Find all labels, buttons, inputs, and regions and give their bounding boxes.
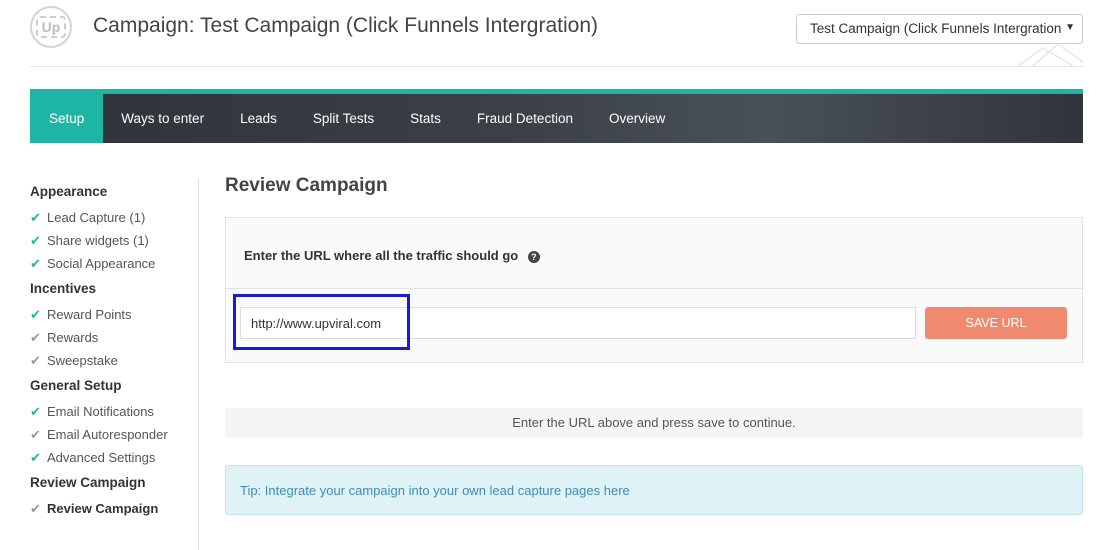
- check-icon: ✔: [30, 403, 41, 419]
- sidebar-group-review-campaign: Review Campaign: [30, 475, 146, 490]
- check-icon: ✔: [30, 352, 41, 368]
- url-prompt-text: Enter the URL where all the traffic shou…: [244, 248, 519, 263]
- url-panel: Enter the URL where all the traffic shou…: [225, 217, 1083, 363]
- check-icon: ✔: [30, 426, 41, 442]
- logo-text: Up: [35, 16, 67, 38]
- sidebar-group-incentives: Incentives: [30, 281, 97, 296]
- decoration-icon: [1013, 40, 1083, 66]
- sidebar-item-label: Share widgets (1): [47, 233, 149, 248]
- tab-setup[interactable]: Setup: [30, 94, 104, 143]
- page-header: Up Campaign: Test Campaign (Click Funnel…: [30, 0, 1083, 67]
- tab-ways-to-enter[interactable]: Ways to enter: [103, 94, 222, 143]
- section-title: Review Campaign: [225, 175, 388, 196]
- check-icon: ✔: [30, 306, 41, 322]
- sidebar-item-review-campaign[interactable]: ✔ Review Campaign: [30, 497, 198, 520]
- campaign-nav: Setup Ways to enter Leads Split Tests St…: [30, 89, 1083, 143]
- sidebar-item-sweepstake[interactable]: ✔ Sweepstake: [30, 349, 198, 372]
- tab-leads[interactable]: Leads: [222, 94, 295, 143]
- help-icon[interactable]: ?: [527, 250, 540, 263]
- page-title: Campaign: Test Campaign (Click Funnels I…: [93, 14, 599, 37]
- sidebar-item-advanced-settings[interactable]: ✔ Advanced Settings: [30, 446, 198, 469]
- sidebar-item-label: Lead Capture (1): [47, 210, 146, 225]
- tip-link[interactable]: Tip: Integrate your campaign into your o…: [240, 483, 630, 498]
- sidebar-item-label: Advanced Settings: [47, 450, 156, 465]
- sidebar-item-share-widgets[interactable]: ✔ Share widgets (1): [30, 229, 198, 252]
- sidebar-item-label: Rewards: [47, 330, 99, 345]
- sidebar-item-label: Review Campaign: [47, 501, 159, 516]
- tab-overview[interactable]: Overview: [591, 94, 683, 143]
- sidebar-item-label: Email Notifications: [47, 404, 154, 419]
- sidebar-item-reward-points[interactable]: ✔ Reward Points: [30, 303, 198, 326]
- tab-fraud-detection[interactable]: Fraud Detection: [459, 94, 591, 143]
- check-icon: ✔: [30, 449, 41, 465]
- sidebar-group-appearance: Appearance: [30, 184, 108, 199]
- url-prompt-label: Enter the URL where all the traffic shou…: [244, 248, 540, 263]
- campaign-select-value: Test Campaign (Click Funnels Intergratio…: [810, 21, 1062, 36]
- sidebar-item-social-appearance[interactable]: ✔ Social Appearance: [30, 252, 198, 275]
- sidebar-item-email-autoresponder[interactable]: ✔ Email Autoresponder: [30, 423, 198, 446]
- tip-alert: Tip: Integrate your campaign into your o…: [225, 465, 1083, 515]
- sidebar-item-lead-capture[interactable]: ✔ Lead Capture (1): [30, 206, 198, 229]
- url-input[interactable]: [240, 307, 916, 339]
- sidebar-group-general-setup: General Setup: [30, 378, 122, 393]
- check-icon: ✔: [30, 232, 41, 248]
- sidebar-item-label: Sweepstake: [47, 353, 118, 368]
- upviral-logo[interactable]: Up: [30, 6, 72, 48]
- url-panel-header: Enter the URL where all the traffic shou…: [226, 218, 1082, 289]
- status-message: Enter the URL above and press save to co…: [225, 408, 1083, 438]
- check-icon: ✔: [30, 255, 41, 271]
- sidebar-item-label: Reward Points: [47, 307, 132, 322]
- check-icon: ✔: [30, 209, 41, 225]
- dropdown-arrow-icon: ▼: [1065, 22, 1075, 33]
- sidebar-item-label: Email Autoresponder: [47, 427, 168, 442]
- check-icon: ✔: [30, 329, 41, 345]
- tab-split-tests[interactable]: Split Tests: [295, 94, 392, 143]
- sidebar-item-email-notifications[interactable]: ✔ Email Notifications: [30, 400, 198, 423]
- sidebar-item-rewards[interactable]: ✔ Rewards: [30, 326, 198, 349]
- save-url-button[interactable]: SAVE URL: [925, 307, 1067, 339]
- sidebar-item-label: Social Appearance: [47, 256, 156, 271]
- check-icon: ✔: [30, 500, 41, 516]
- setup-sidebar: Appearance ✔ Lead Capture (1) ✔ Share wi…: [30, 178, 199, 550]
- tab-stats[interactable]: Stats: [392, 94, 459, 143]
